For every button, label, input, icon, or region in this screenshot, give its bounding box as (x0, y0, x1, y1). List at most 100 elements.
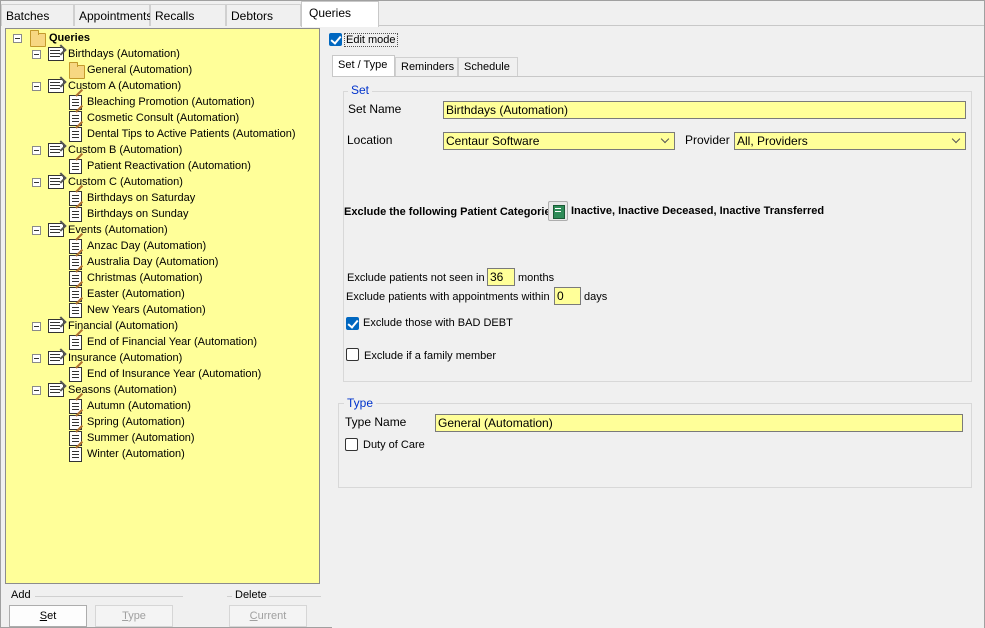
folder-open-icon (30, 30, 46, 47)
chevron-down-icon[interactable] (949, 133, 965, 149)
query-set-icon (48, 143, 64, 157)
location-select[interactable]: Centaur Software (443, 132, 675, 150)
tab-set-type[interactable]: Set / Type (332, 55, 395, 78)
query-type-icon (69, 447, 82, 462)
bad-debt-checkbox[interactable] (346, 317, 359, 330)
collapse-icon[interactable] (32, 82, 41, 91)
collapse-icon[interactable] (32, 226, 41, 235)
not-seen-unit: months (518, 272, 555, 284)
set-name-input[interactable]: Birthdays (Automation) (443, 101, 966, 119)
tab-batches[interactable]: Batches (1, 4, 74, 26)
tree-item-insurance[interactable]: Insurance (Automation) (68, 352, 182, 364)
appt-within-label: Exclude patients with appointments withi… (346, 291, 550, 303)
query-set-icon (48, 47, 64, 61)
patient-categories-button[interactable] (548, 201, 568, 221)
family-member-checkbox[interactable] (346, 348, 359, 361)
tab-reminders-label: Reminders (401, 61, 455, 73)
add-set-hotkey: S (39, 610, 48, 622)
tree-item-birthdays-general[interactable]: General (Automation) (87, 64, 192, 76)
tree-item-seasons-1[interactable]: Autumn (Automation) (87, 400, 191, 412)
tab-appointments-label: Appointments (79, 9, 153, 23)
tab-debtors[interactable]: Debtors (226, 4, 301, 26)
delete-current-hotkey: C (249, 610, 258, 622)
tree-item-custom-a-3[interactable]: Dental Tips to Active Patients (Automati… (87, 128, 296, 140)
tree-item-financial-1[interactable]: End of Financial Year (Automation) (87, 336, 257, 348)
appt-within-unit: days (584, 291, 608, 303)
tab-appointments[interactable]: Appointments (74, 4, 153, 26)
tab-reminders[interactable]: Reminders (395, 57, 458, 77)
tree-item-seasons-3[interactable]: Summer (Automation) (87, 432, 195, 444)
add-type-label: ype (128, 610, 146, 622)
delete-group-divider (269, 596, 321, 597)
query-type-icon (69, 127, 82, 142)
query-set-icon (48, 351, 64, 365)
tree-item-custom-b[interactable]: Custom B (Automation) (68, 144, 182, 156)
location-select-value: Centaur Software (446, 134, 540, 148)
provider-select[interactable]: All, Providers (734, 132, 966, 150)
tab-schedule[interactable]: Schedule (458, 57, 518, 77)
tab-recalls[interactable]: Recalls (150, 4, 226, 26)
duty-of-care-label[interactable]: Duty of Care (363, 439, 425, 451)
tree-item-events-2[interactable]: Australia Day (Automation) (87, 256, 218, 268)
tab-debtors-label: Debtors (231, 9, 274, 23)
appt-within-input[interactable]: 0 (554, 287, 581, 305)
tree-item-custom-c[interactable]: Custom C (Automation) (68, 176, 183, 188)
collapse-icon[interactable] (32, 146, 41, 155)
duty-of-care-checkbox[interactable] (345, 438, 358, 451)
set-name-label: Set Name (348, 102, 402, 116)
chevron-down-icon[interactable] (658, 133, 674, 149)
collapse-icon[interactable] (32, 386, 41, 395)
folder-open-icon (69, 62, 85, 79)
not-seen-input[interactable]: 36 (487, 268, 515, 286)
tree-item-seasons[interactable]: Seasons (Automation) (68, 384, 177, 396)
main-tab-bar: Batches Appointments Recalls Debtors Que… (1, 1, 984, 27)
edit-mode-label[interactable]: Edit mode (344, 33, 398, 47)
tree-item-events-4[interactable]: Easter (Automation) (87, 288, 185, 300)
tree-item-seasons-4[interactable]: Winter (Automation) (87, 448, 185, 460)
tab-set-type-label: Set / Type (338, 59, 388, 71)
edit-mode-checkbox[interactable] (329, 33, 342, 46)
tree-item-custom-c-2[interactable]: Birthdays on Sunday (87, 208, 189, 220)
tree-item-custom-c-1[interactable]: Birthdays on Saturday (87, 192, 195, 204)
type-name-label: Type Name (345, 415, 407, 429)
tree-item-custom-b-1[interactable]: Patient Reactivation (Automation) (87, 160, 251, 172)
query-type-icon (69, 303, 82, 318)
add-group-label: Add (11, 589, 31, 601)
query-set-icon (48, 175, 64, 189)
tree-item-custom-a-2[interactable]: Cosmetic Consult (Automation) (87, 112, 239, 124)
family-member-label[interactable]: Exclude if a family member (364, 350, 496, 362)
add-type-button[interactable]: Type (95, 605, 173, 627)
tab-queries[interactable]: Queries (301, 1, 379, 27)
tree-root-label[interactable]: Queries (49, 32, 90, 44)
add-group-divider (35, 596, 183, 597)
query-set-icon (48, 79, 64, 93)
tab-recalls-label: Recalls (155, 9, 195, 23)
tree-item-custom-a[interactable]: Custom A (Automation) (68, 80, 181, 92)
collapse-icon[interactable] (32, 322, 41, 331)
not-seen-label: Exclude patients not seen in (347, 272, 485, 284)
tree-item-custom-a-1[interactable]: Bleaching Promotion (Automation) (87, 96, 255, 108)
query-tree[interactable]: Queries Birthdays (Automation) General (… (5, 28, 320, 584)
collapse-icon[interactable] (32, 50, 41, 59)
exclude-categories-label: Exclude the following Patient Categories… (344, 206, 561, 218)
tab-queries-label: Queries (309, 6, 352, 20)
add-set-label: et (47, 610, 57, 622)
bad-debt-label[interactable]: Exclude those with BAD DEBT (363, 317, 513, 329)
tree-item-insurance-1[interactable]: End of Insurance Year (Automation) (87, 368, 261, 380)
window: Batches Appointments Recalls Debtors Que… (0, 0, 985, 628)
collapse-icon[interactable] (32, 354, 41, 363)
tree-item-events-3[interactable]: Christmas (Automation) (87, 272, 203, 284)
query-set-icon (48, 383, 64, 397)
tree-item-events-5[interactable]: New Years (Automation) (87, 304, 206, 316)
tree-item-birthdays[interactable]: Birthdays (Automation) (68, 48, 180, 60)
set-group-legend: Set (348, 83, 373, 97)
tree-item-events-1[interactable]: Anzac Day (Automation) (87, 240, 206, 252)
tree-item-seasons-2[interactable]: Spring (Automation) (87, 416, 185, 428)
add-set-button[interactable]: Set (9, 605, 87, 627)
type-name-input[interactable]: General (Automation) (435, 414, 963, 432)
collapse-icon[interactable] (32, 178, 41, 187)
tree-item-financial[interactable]: Financial (Automation) (68, 320, 178, 332)
collapse-icon[interactable] (13, 34, 22, 43)
set-type-panel: Set Set Name Birthdays (Automation) Loca… (332, 76, 984, 628)
delete-current-button[interactable]: Current (229, 605, 307, 627)
